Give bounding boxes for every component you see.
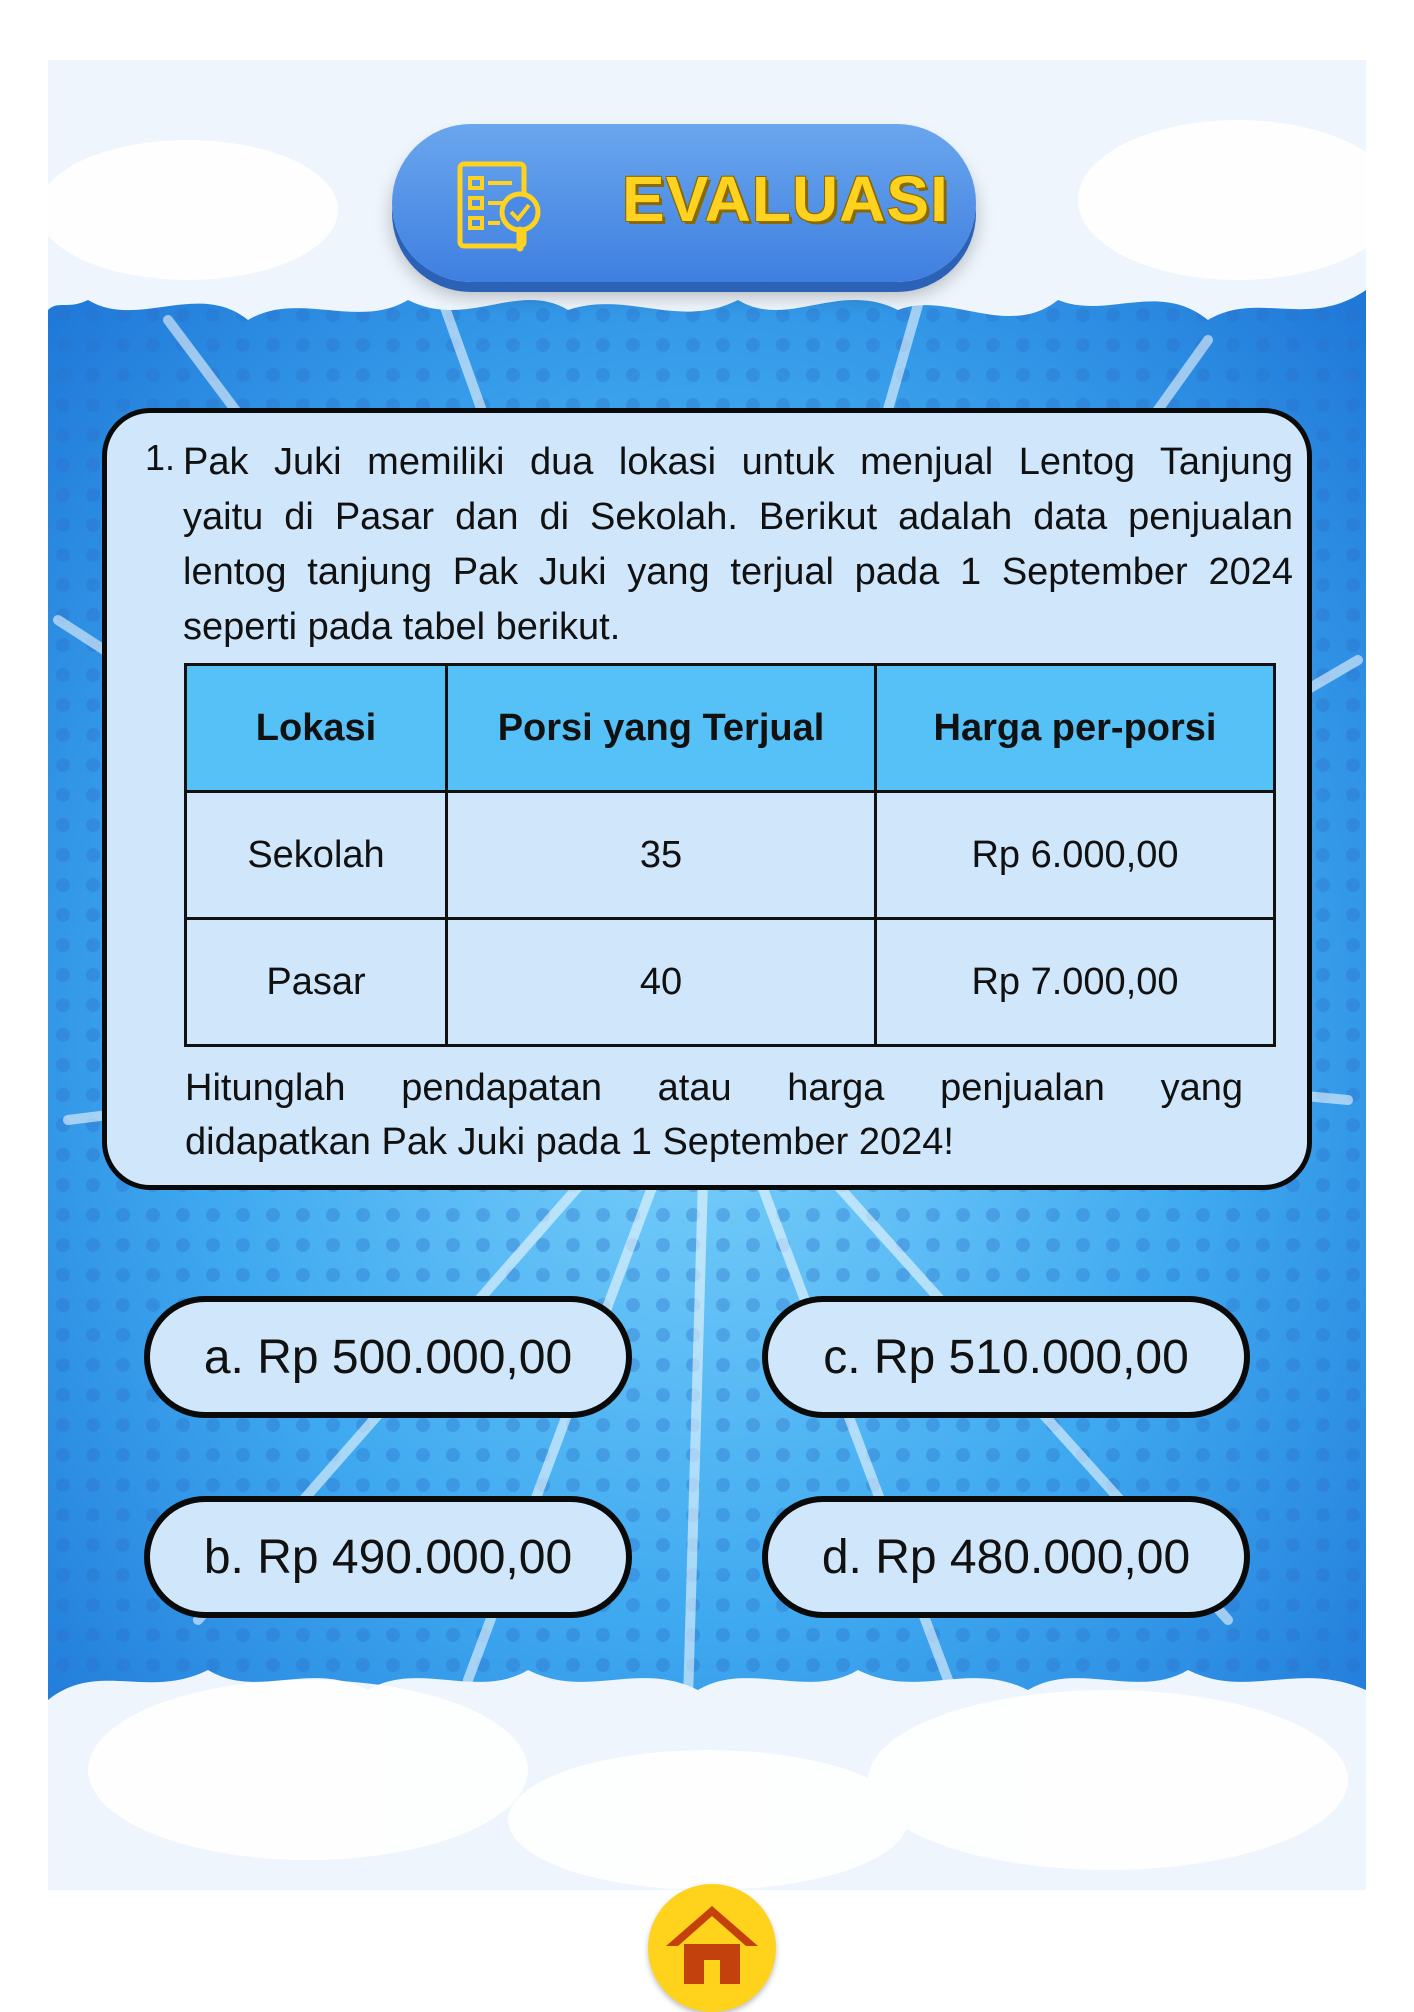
table-cell: Rp 7.000,00 [874, 917, 1276, 1047]
option-b-button[interactable]: b. Rp 490.000,00 [144, 1496, 632, 1618]
home-button[interactable] [648, 1884, 776, 2012]
table-header-row: Lokasi Porsi yang Terjual Harga per-pors… [184, 663, 1276, 793]
prompt-line: didapatkan Pak Juki pada 1 September 202… [185, 1121, 954, 1163]
table-cell: Rp 6.000,00 [874, 790, 1276, 920]
option-a-button[interactable]: a. Rp 500.000,00 [144, 1296, 632, 1418]
question-card: 1. Pak Juki memiliki dua lokasi untuk me… [102, 408, 1312, 1190]
title-banner: EVALUASI [392, 124, 976, 282]
page-title: EVALUASI [622, 163, 949, 235]
checklist-search-icon [457, 161, 541, 252]
home-icon [666, 1906, 758, 1984]
column-header-harga: Harga per-porsi [874, 663, 1276, 793]
question-line: Pak Juki memiliki dua lokasi untuk menju… [183, 441, 1293, 483]
table-cell: 35 [445, 790, 877, 920]
question-prompt: Hitunglah pendapatan atau harga penjuala… [185, 1061, 1243, 1169]
table-row: Sekolah 35 Rp 6.000,00 [184, 790, 1276, 920]
column-header-porsi: Porsi yang Terjual [445, 663, 877, 793]
table-row: Pasar 40 Rp 7.000,00 [184, 917, 1276, 1047]
prompt-line: Hitunglah pendapatan atau harga penjuala… [185, 1067, 1243, 1109]
column-header-lokasi: Lokasi [184, 663, 448, 793]
option-c-button[interactable]: c. Rp 510.000,00 [762, 1296, 1250, 1418]
question-text: Pak Juki memiliki dua lokasi untuk menju… [183, 435, 1293, 655]
question-number: 1. [145, 437, 176, 478]
question-line: lentog tanjung Pak Juki yang terjual pad… [183, 551, 1293, 593]
sales-table: Lokasi Porsi yang Terjual Harga per-pors… [184, 663, 1276, 1047]
question-line: seperti pada tabel berikut. [183, 606, 621, 648]
table-cell: 40 [445, 917, 877, 1047]
table-cell: Pasar [184, 917, 448, 1047]
question-line: yaitu di Pasar dan di Sekolah. Berikut a… [183, 496, 1293, 538]
option-d-button[interactable]: d. Rp 480.000,00 [762, 1496, 1250, 1618]
table-cell: Sekolah [184, 790, 448, 920]
